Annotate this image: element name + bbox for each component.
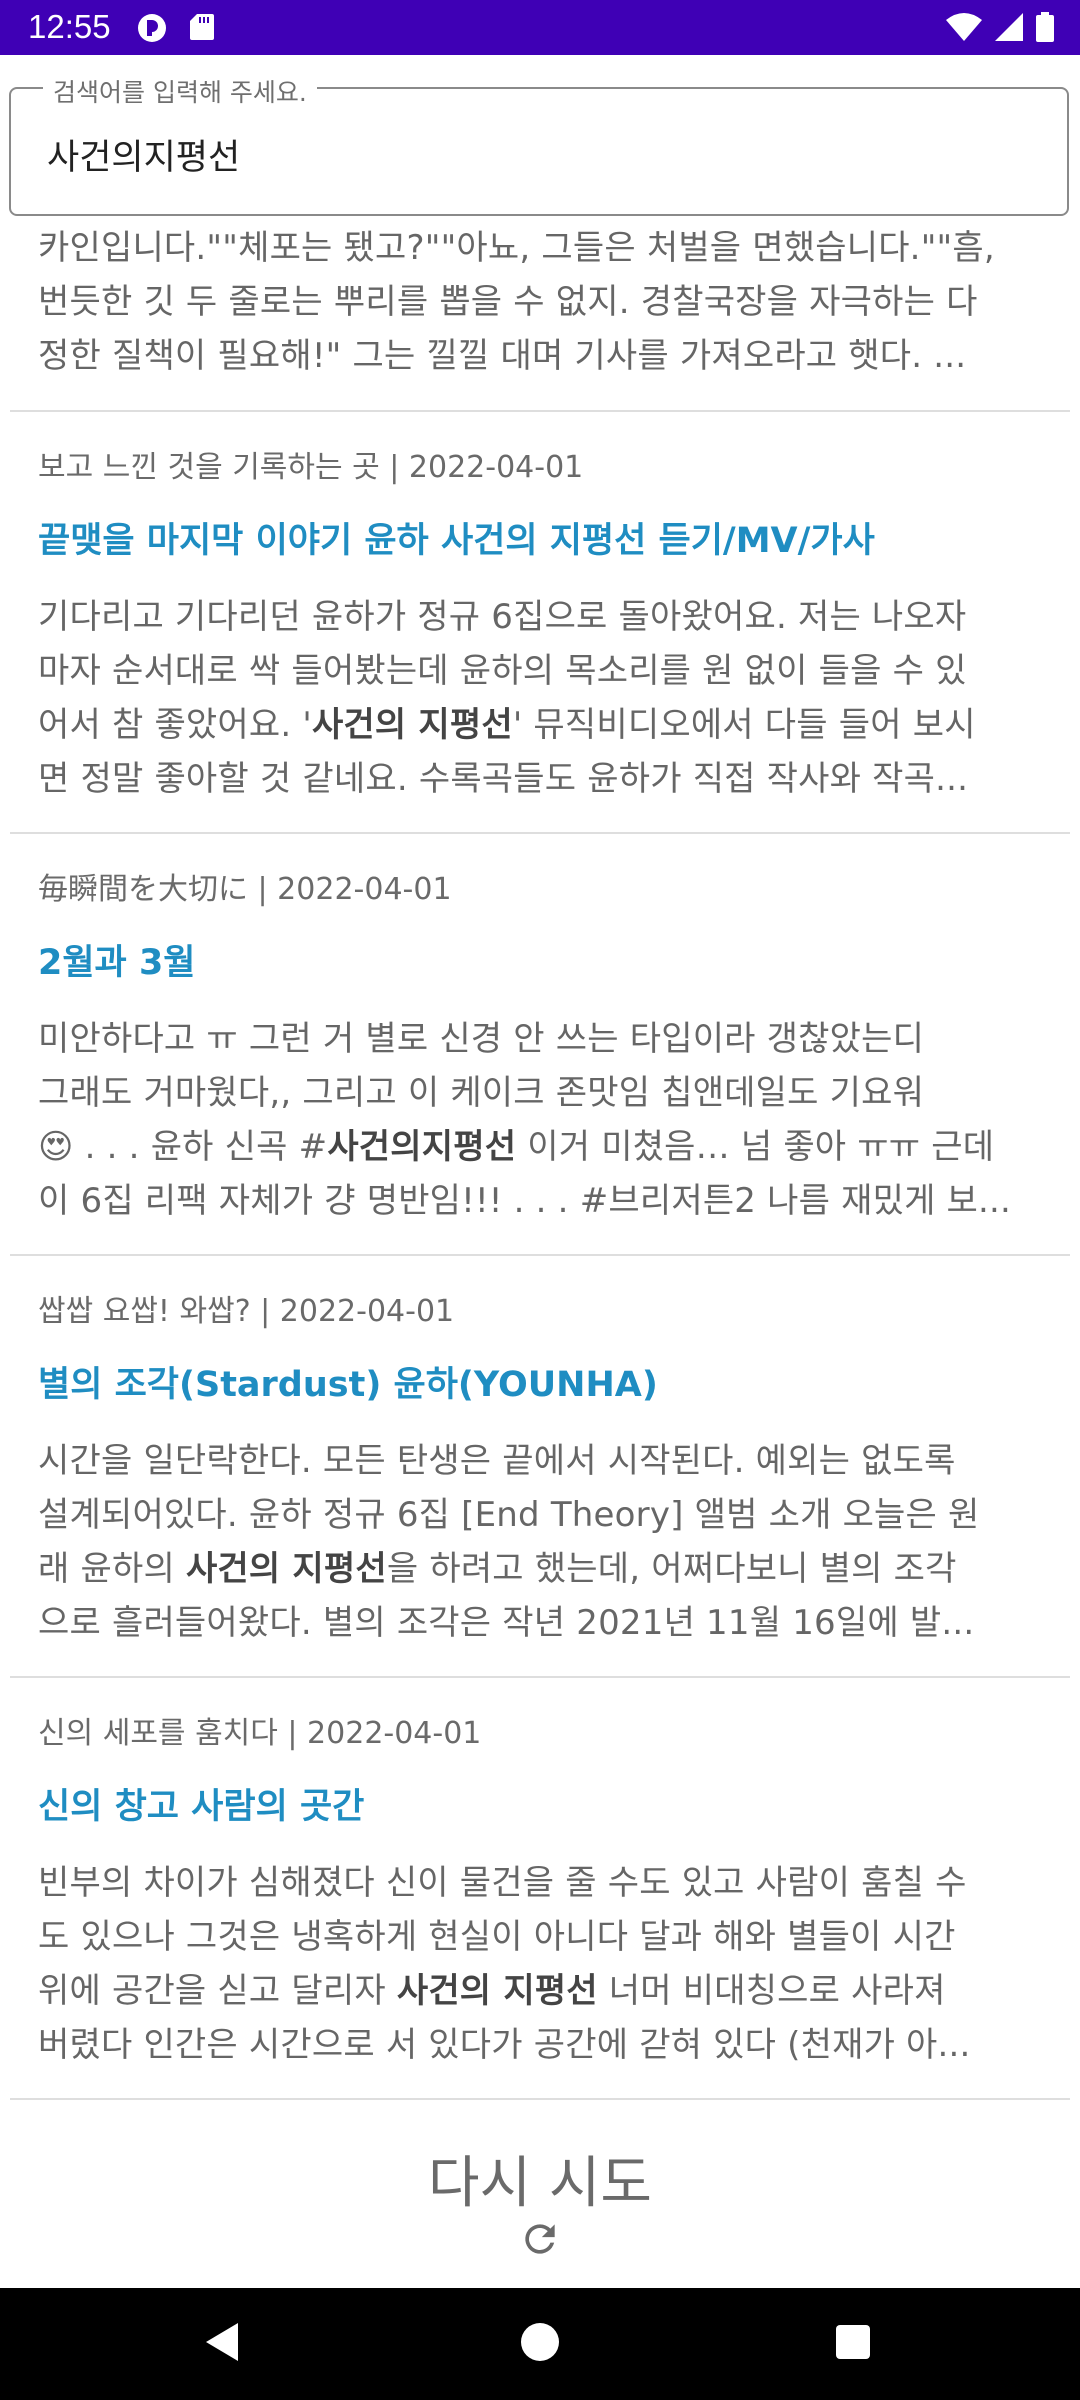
result-meta: 보고 느낀 것을 기록하는 곳 | 2022-04-01 bbox=[38, 450, 584, 485]
result-meta: 쌉쌉 요쌉! 와쌉? | 2022-04-01 bbox=[38, 1294, 455, 1329]
search-input[interactable]: 사건의지평선 bbox=[47, 129, 240, 180]
search-field[interactable]: 검색어를 입력해 주세요. 사건의지평선 bbox=[9, 73, 1069, 216]
result-title[interactable]: 신의 창고 사람의 곳간 bbox=[38, 1778, 364, 1829]
status-time: 12:55 bbox=[28, 8, 111, 45]
result-snippet[interactable]: 기다리고 기다리던 윤하가 정규 6집으로 돌아왔어요. 저는 나오자 마자 순… bbox=[38, 590, 1048, 806]
retry-button[interactable]: 다시 시도 bbox=[0, 2138, 1080, 2219]
status-icons bbox=[946, 12, 1054, 42]
wifi-icon bbox=[946, 13, 982, 41]
result-snippet[interactable]: 빈부의 차이가 심해졌다 신이 물건을 줄 수도 있고 사람이 훔칠 수 도 있… bbox=[38, 1856, 1048, 2072]
status-bar: 12:55 bbox=[0, 0, 1080, 55]
battery-icon bbox=[1036, 12, 1054, 42]
highlighted-keyword: 사건의 지평선 bbox=[185, 1549, 387, 1589]
result-snippet[interactable]: 시간을 일단락한다. 모든 탄생은 끝에서 시작된다. 예외는 없도록 설계되어… bbox=[38, 1434, 1048, 1650]
highlighted-keyword: 사건의 지평선 bbox=[396, 1971, 598, 2011]
navigation-bar bbox=[0, 2288, 1080, 2400]
result-meta: 毎瞬間を大切に | 2022-04-01 bbox=[38, 872, 452, 907]
app-icon bbox=[138, 14, 166, 42]
home-icon[interactable] bbox=[521, 2323, 559, 2361]
highlighted-keyword: 사건의지평선 bbox=[327, 1127, 517, 1167]
recents-icon[interactable] bbox=[836, 2325, 870, 2359]
highlighted-keyword: 사건의 지평선 bbox=[311, 705, 513, 745]
search-label: 검색어를 입력해 주세요. bbox=[43, 73, 317, 109]
list-item-snippet: 카인입니다.""체포는 됐고?""아뇨, 그들은 처벌을 면했습니다.""흠, … bbox=[38, 228, 995, 376]
result-title[interactable]: 2월과 3월 bbox=[38, 934, 196, 985]
divider bbox=[10, 2098, 1070, 2100]
result-title[interactable]: 끝맺을 마지막 이야기 윤하 사건의 지평선 듣기/MV/가사 bbox=[38, 512, 875, 563]
result-title[interactable]: 별의 조각(Stardust) 윤하(YOUNHA) bbox=[38, 1356, 658, 1407]
result-snippet[interactable]: 미안하다고 ㅠ 그런 거 별로 신경 안 쓰는 타입이라 갱찮았는디 그래도 거… bbox=[38, 1012, 1048, 1228]
back-icon[interactable] bbox=[204, 2321, 240, 2363]
signal-icon bbox=[995, 13, 1023, 41]
sd-card-icon bbox=[190, 14, 214, 40]
divider bbox=[10, 832, 1070, 834]
refresh-icon[interactable] bbox=[518, 2217, 562, 2261]
divider bbox=[10, 1254, 1070, 1256]
divider bbox=[10, 410, 1070, 412]
result-meta: 신의 세포를 훔치다 | 2022-04-01 bbox=[38, 1716, 482, 1751]
divider bbox=[10, 1676, 1070, 1678]
